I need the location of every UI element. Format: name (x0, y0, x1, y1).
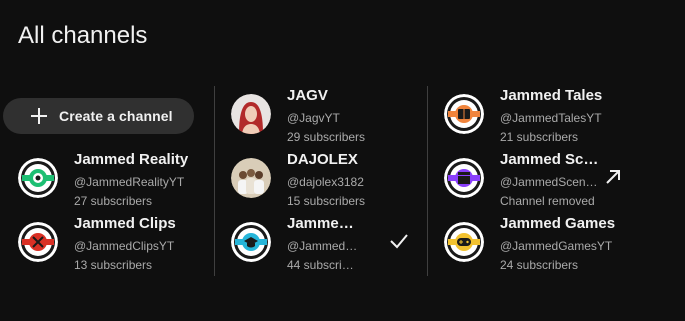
channel-item-jammed-reality[interactable]: Jammed Reality @JammedRealityYT 27 subsc… (18, 151, 218, 218)
channel-item-jagv[interactable]: JAGV @JagvYT 29 subscribers (231, 87, 431, 154)
channel-handle: @JammedTalesYT (500, 111, 602, 125)
jammed-scenes-logo (444, 158, 484, 198)
channel-name: Jammed Scenes (500, 151, 601, 168)
channel-name: Jammed Tales (500, 87, 603, 104)
checkmark-icon (390, 234, 408, 249)
create-channel-label: Create a channel (59, 108, 173, 124)
create-channel-button[interactable]: Create a channel (3, 98, 194, 134)
channel-subscribers: 44 subscribers (287, 258, 359, 272)
channel-subscribers: 29 subscribers (287, 130, 366, 144)
channel-handle: @JagvYT (287, 111, 340, 125)
channel-subscribers: Channel removed (500, 194, 595, 208)
jammed-tales-logo (444, 94, 484, 134)
channel-name: Jammed Games (500, 215, 616, 232)
channel-subscribers: 13 subscribers (74, 258, 153, 272)
channel-handle: @JammedGamesYT (500, 239, 613, 253)
channel-name: DAJOLEX (287, 151, 358, 168)
channel-handle: @JammedClipsYT (74, 239, 175, 253)
plus-icon (31, 108, 47, 124)
channel-name: Jammed Knowledge (287, 215, 359, 232)
profile-photo (231, 94, 271, 134)
jammed-clips-logo (18, 222, 58, 262)
channel-item-jammed-tales[interactable]: Jammed Tales @JammedTalesYT 21 subscribe… (444, 87, 644, 154)
channel-item-jammed-clips[interactable]: Jammed Clips @JammedClipsYT 13 subscribe… (18, 215, 218, 282)
channel-item-jammed-games[interactable]: Jammed Games @JammedGamesYT 24 subscribe… (444, 215, 644, 282)
channel-handle: @JammedRealityYT (74, 175, 185, 189)
group-photo (231, 158, 271, 198)
jammed-games-logo (444, 222, 484, 262)
channel-name: Jammed Clips (74, 215, 176, 232)
channel-handle: @JammedScenesYT (500, 175, 601, 189)
jammed-knowledge-logo (231, 222, 271, 262)
channel-name: Jammed Reality (74, 151, 189, 168)
jammed-reality-logo (18, 158, 58, 198)
external-link-arrow-icon[interactable] (603, 167, 623, 187)
channel-item-dajolex[interactable]: DAJOLEX @dajolex3182 15 subscribers (231, 151, 431, 218)
page-title: All channels (18, 22, 148, 49)
channel-subscribers: 24 subscribers (500, 258, 579, 272)
channel-subscribers: 21 subscribers (500, 130, 579, 144)
channel-subscribers: 15 subscribers (287, 194, 366, 208)
channel-handle: @dajolex3182 (287, 175, 364, 189)
channel-name: JAGV (287, 87, 328, 104)
channel-subscribers: 27 subscribers (74, 194, 153, 208)
channel-handle: @JammedKnowledgeYT (287, 239, 359, 253)
